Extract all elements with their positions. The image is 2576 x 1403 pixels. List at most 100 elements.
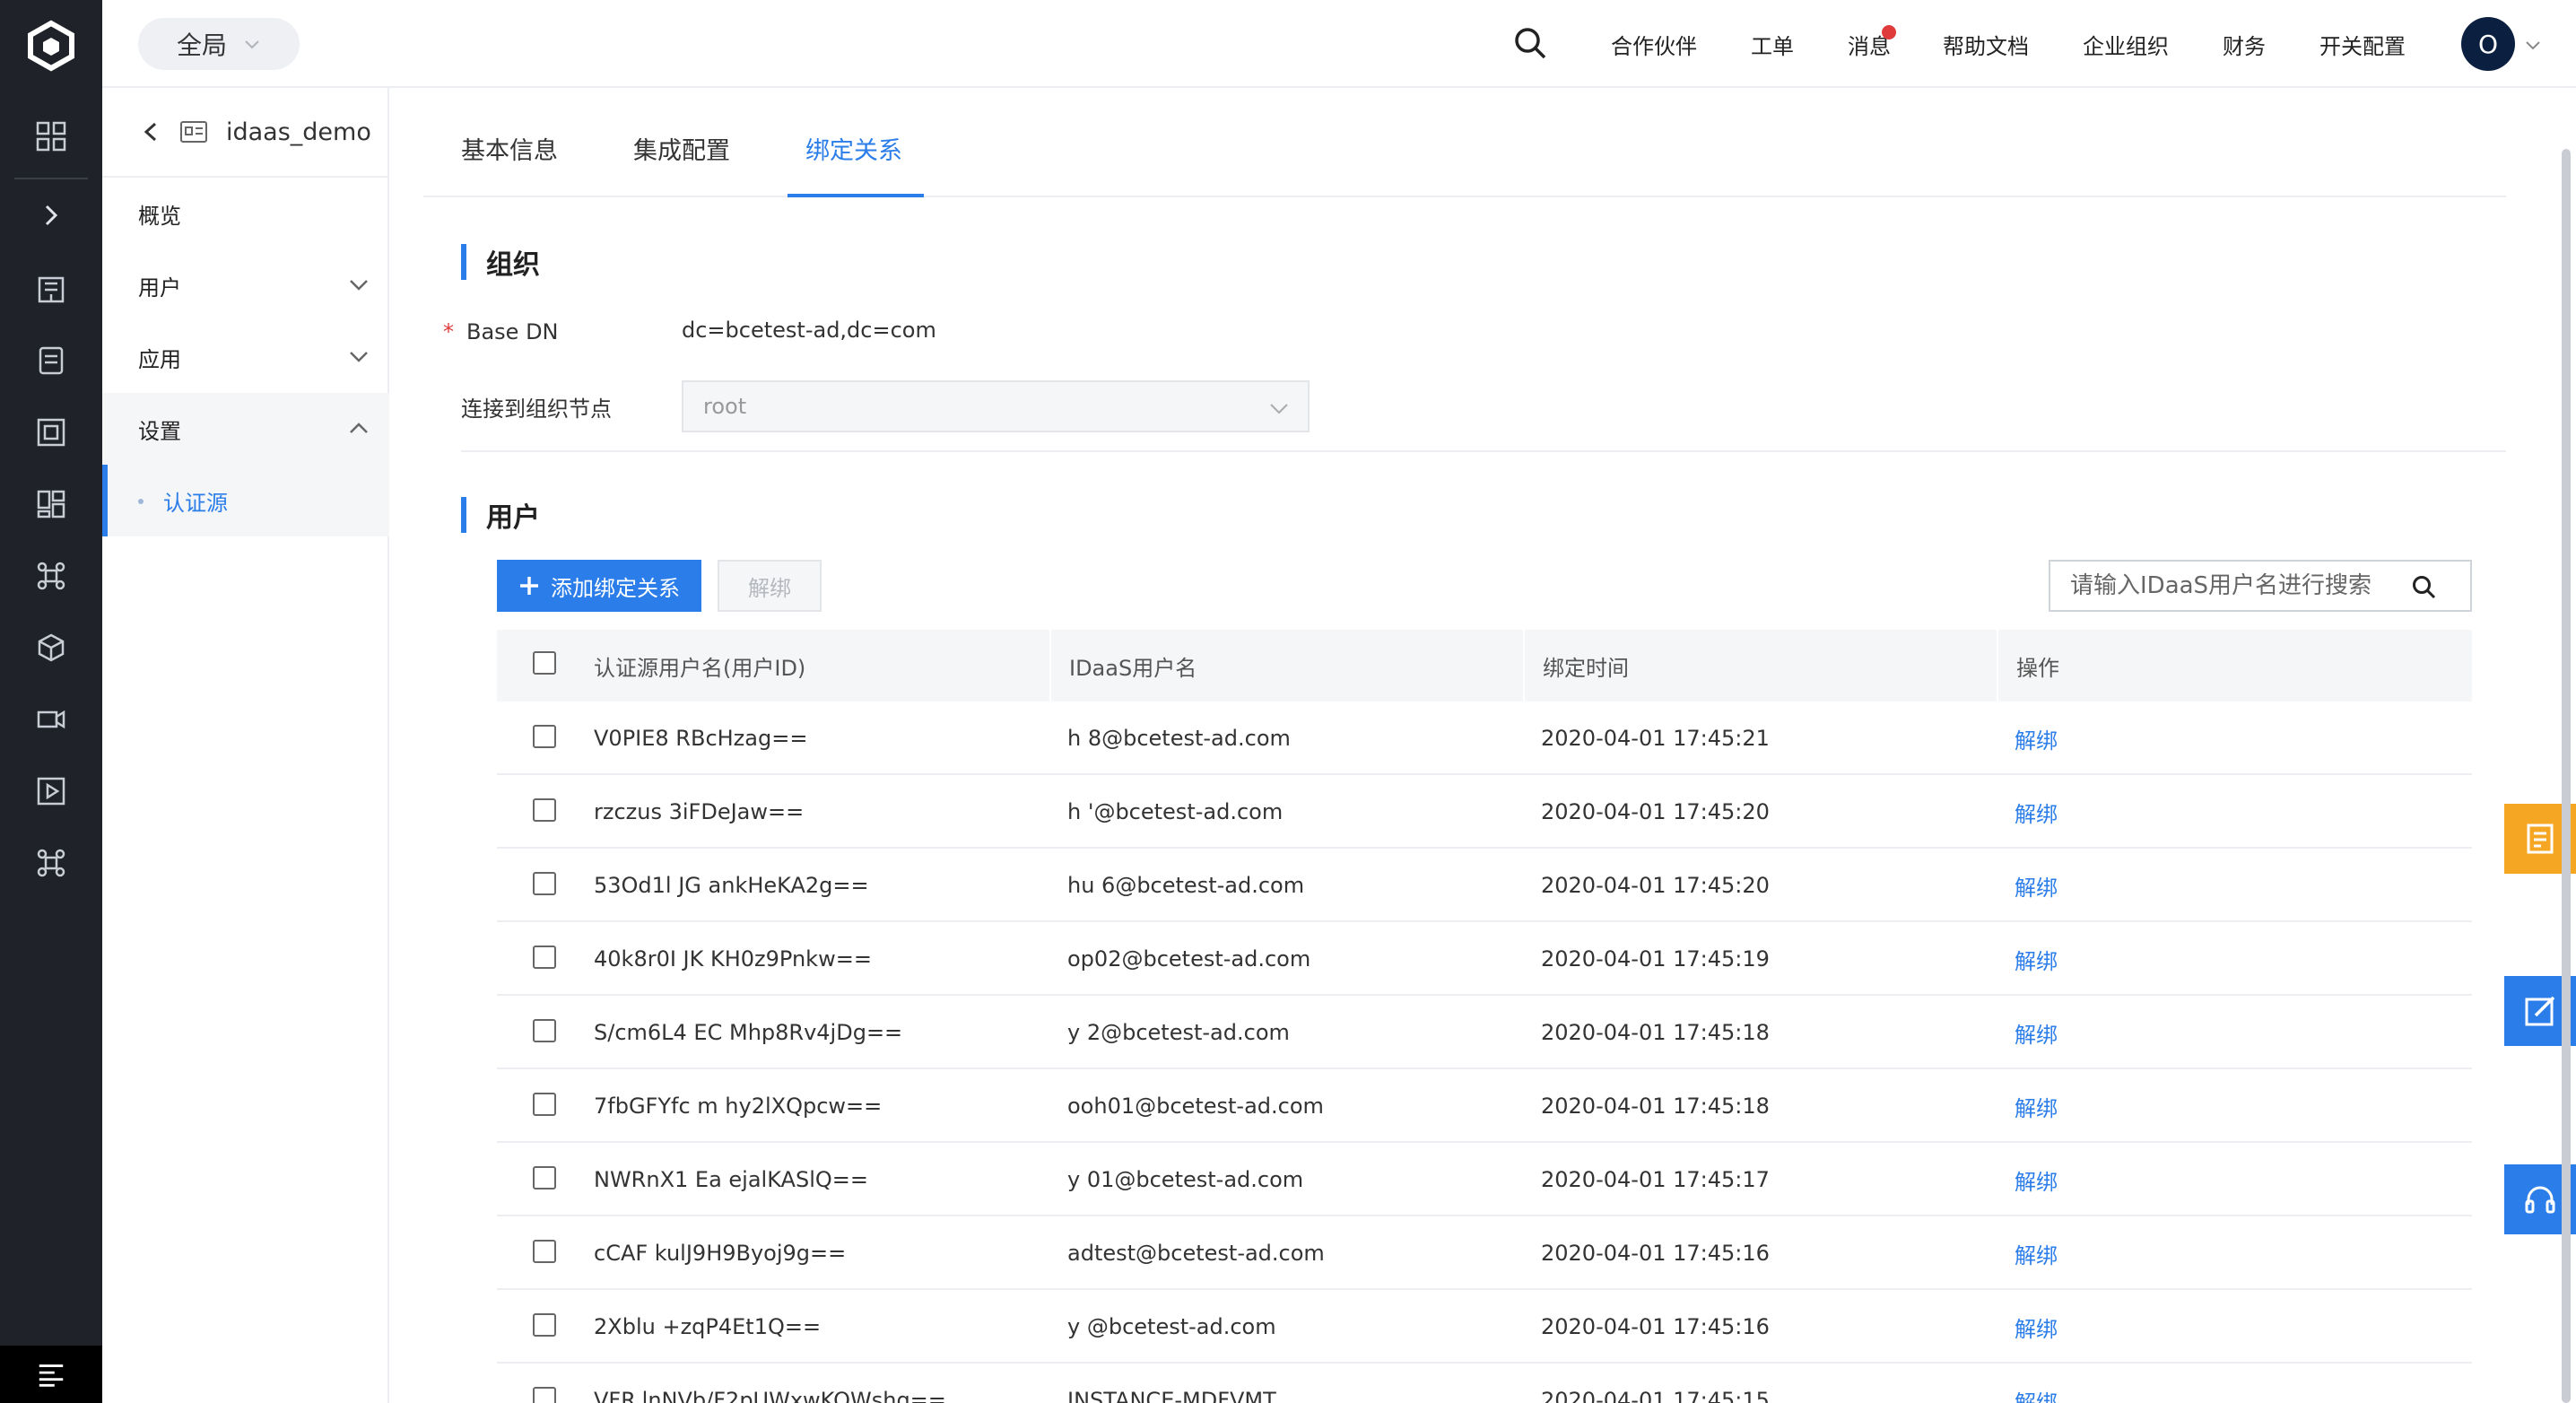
section-title-text: 用户 (486, 502, 540, 534)
col-actions: 操作 (1997, 630, 2472, 702)
chevron-down-icon[interactable] (2524, 36, 2542, 57)
search-input[interactable] (2070, 572, 2411, 599)
unbind-link[interactable]: 解绑 (1997, 1143, 2058, 1216)
unbind-link[interactable]: 解绑 (1997, 702, 2058, 775)
unbind-link[interactable]: 解绑 (1997, 849, 2058, 922)
tab-basic-info[interactable]: 基本信息 (461, 131, 558, 166)
source-user-cell: 53Od1l JG ankHeKA2g== (594, 873, 869, 898)
nav-feature-switch[interactable]: 开关配置 (2319, 29, 2406, 60)
row-checkbox[interactable] (533, 798, 556, 822)
tab-integration-config[interactable]: 集成配置 (633, 131, 730, 166)
row-checkbox[interactable] (533, 1387, 556, 1403)
cube-icon[interactable] (31, 628, 71, 667)
table-row: VFR.lnNVb/F2pUWxwKOWshg== INSTANCE-MDFVMT… (497, 1364, 2472, 1403)
unbind-link[interactable]: 解绑 (1997, 1216, 2058, 1290)
row-checkbox[interactable] (533, 1019, 556, 1042)
nav-help-docs[interactable]: 帮助文档 (1943, 29, 2029, 60)
add-binding-button[interactable]: 添加绑定关系 (497, 560, 701, 612)
chevron-down-icon (350, 352, 368, 362)
nav-partners[interactable]: 合作伙伴 (1611, 29, 1697, 60)
bind-time-cell: 2020-04-01 17:45:17 (1541, 1167, 1770, 1192)
select-all-checkbox[interactable] (533, 651, 556, 675)
source-user-cell: VFR.lnNVb/F2pUWxwKOWshg== (594, 1388, 946, 1403)
scope-selector[interactable]: 全局 (138, 18, 300, 70)
row-checkbox[interactable] (533, 1166, 556, 1190)
search-icon[interactable] (2411, 574, 2436, 599)
section-marker (461, 244, 466, 280)
sidebar-header: idaas_demo (102, 88, 389, 178)
table-row: 2Xblu +zqP4Et1Q== y @bcetest-ad.com 2020-0… (497, 1290, 2472, 1364)
command-alt-icon[interactable] (31, 843, 71, 883)
table-row: cCAF kulJ9H9Byoj9g== adtest@bcetest-ad.co… (497, 1216, 2472, 1290)
video-camera-icon[interactable] (31, 700, 71, 739)
sidebar-item-overview[interactable]: 概览 (102, 178, 389, 249)
menu-toggle-icon[interactable] (0, 1346, 102, 1403)
row-checkbox[interactable] (533, 946, 556, 969)
clipboard-icon (2527, 824, 2554, 854)
required-mark: * (443, 319, 454, 344)
bind-time-cell: 2020-04-01 17:45:18 (1541, 1020, 1770, 1045)
row-checkbox[interactable] (533, 1240, 556, 1263)
nav-enterprise-org[interactable]: 企业组织 (2083, 29, 2169, 60)
bind-time-cell: 2020-04-01 17:45:19 (1541, 946, 1770, 972)
row-checkbox[interactable] (533, 1313, 556, 1337)
unbind-link[interactable]: 解绑 (1997, 1364, 2058, 1403)
bind-time-cell: 2020-04-01 17:45:16 (1541, 1314, 1770, 1339)
row-checkbox[interactable] (533, 725, 556, 748)
table-row: V0PIE8 RBcHzag== h 8@bcetest-ad.com 2020-0… (497, 702, 2472, 775)
source-user-cell: 40k8r0I JK KH0z9Pnkw== (594, 946, 872, 972)
secondary-sidebar: idaas_demo 概览 用户 应用 设置 认证源 (102, 88, 389, 1403)
nav-finance[interactable]: 财务 (2223, 29, 2266, 60)
section-title-text: 组织 (486, 249, 540, 281)
row-checkbox[interactable] (533, 872, 556, 895)
play-box-icon[interactable] (31, 771, 71, 811)
table-row: 40k8r0I JK KH0z9Pnkw== op02@bcetest-ad.co… (497, 922, 2472, 996)
tab-binding-relations[interactable]: 绑定关系 (805, 131, 902, 166)
row-checkbox[interactable] (533, 1093, 556, 1116)
sidebar-subitem-auth-source[interactable]: 认证源 (102, 465, 389, 536)
col-bind-time: 绑定时间 (1523, 630, 1997, 702)
base-dn-label-text: Base DN (466, 319, 559, 344)
tab-bar: 基本信息 集成配置 绑定关系 (423, 104, 2506, 197)
scan-frame-icon[interactable] (31, 413, 71, 452)
table-header: 认证源用户名(用户ID) IDaaS用户名 绑定时间 操作 (497, 630, 2472, 702)
dashboard-grid-icon[interactable] (31, 117, 71, 156)
nav-tickets[interactable]: 工单 (1751, 29, 1794, 60)
sidebar-item-users[interactable]: 用户 (102, 249, 389, 321)
idaas-user-cell: op02@bcetest-ad.com (1067, 946, 1311, 972)
bind-time-cell: 2020-04-01 17:45:15 (1541, 1388, 1770, 1403)
page-scrollbar[interactable] (2562, 149, 2571, 1403)
sidebar-item-settings[interactable]: 设置 (102, 393, 389, 465)
document-list-icon[interactable] (31, 341, 71, 380)
scope-label: 全局 (176, 30, 227, 60)
unbind-link[interactable]: 解绑 (1997, 922, 2058, 996)
left-rail (0, 0, 102, 1403)
idaas-user-cell: hu 6@bcetest-ad.com (1067, 873, 1305, 898)
headset-icon (2525, 1186, 2555, 1214)
unbind-link[interactable]: 解绑 (1997, 775, 2058, 849)
command-icon[interactable] (31, 556, 71, 596)
layout-blocks-icon[interactable] (31, 484, 71, 524)
edit-icon (2525, 996, 2555, 1026)
org-node-select[interactable]: root (682, 380, 1310, 432)
chevron-down-icon (245, 40, 259, 49)
avatar[interactable]: O (2461, 17, 2515, 71)
unbind-link[interactable]: 解绑 (1997, 1069, 2058, 1143)
bind-time-cell: 2020-04-01 17:45:20 (1541, 799, 1770, 824)
logo-icon[interactable] (25, 20, 77, 72)
plus-icon (520, 577, 538, 595)
building-icon[interactable] (31, 269, 71, 309)
sidebar-item-apps[interactable]: 应用 (102, 321, 389, 393)
sidebar-item-label: 设置 (138, 418, 181, 444)
unbind-link[interactable]: 解绑 (1997, 996, 2058, 1069)
search-icon[interactable] (1512, 25, 1548, 65)
expand-chevron-icon[interactable] (31, 196, 71, 235)
source-user-cell: NWRnX1 Ea ejalKASlQ== (594, 1167, 868, 1192)
sidebar-item-label: 应用 (138, 346, 181, 372)
unbind-link[interactable]: 解绑 (1997, 1290, 2058, 1364)
bulk-unbind-button[interactable]: 解绑 (718, 560, 822, 612)
source-user-cell: rzczus 3iFDeJaw== (594, 799, 805, 824)
back-arrow-icon[interactable] (140, 118, 161, 145)
idaas-user-cell: y @bcetest-ad.com (1067, 1314, 1276, 1339)
idaas-user-cell: h 8@bcetest-ad.com (1067, 726, 1291, 751)
